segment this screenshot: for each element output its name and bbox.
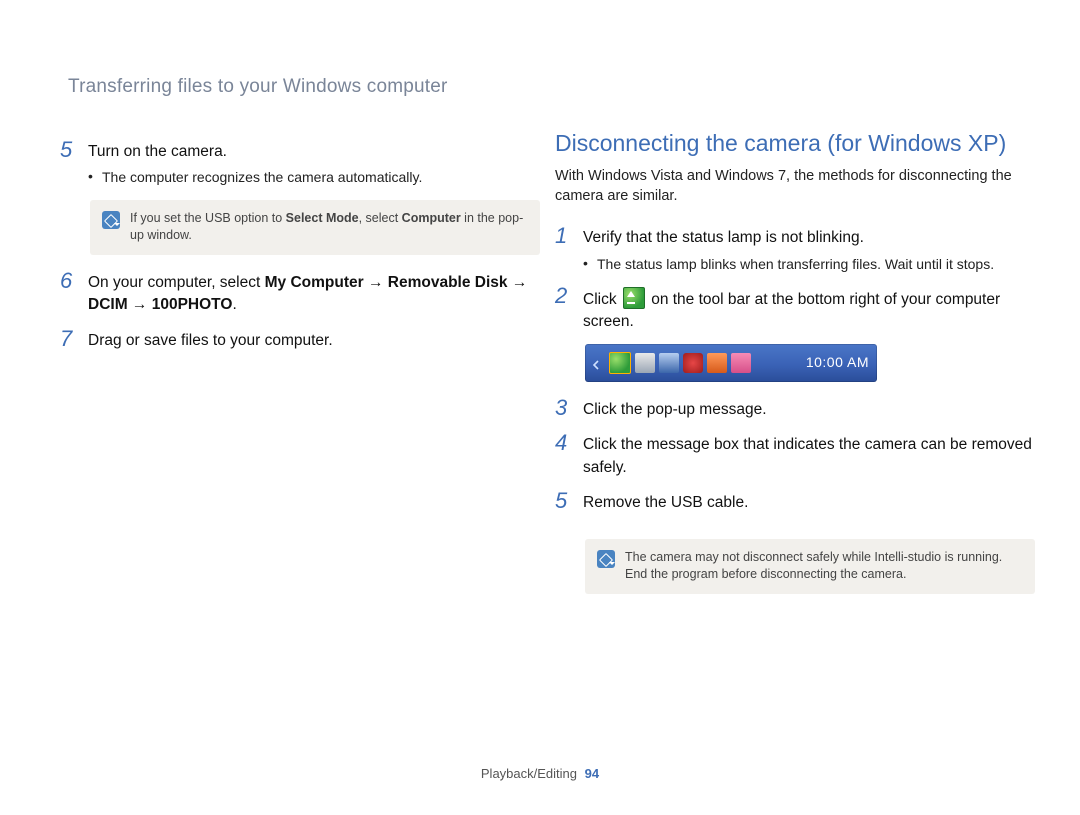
step-number: 3 <box>555 396 583 420</box>
page-footer: Playback/Editing 94 <box>0 765 1080 783</box>
tray-icon <box>635 353 655 373</box>
note-box: The camera may not disconnect safely whi… <box>585 539 1035 594</box>
right-column: Disconnecting the camera (for Windows XP… <box>555 128 1035 608</box>
step-1: 1 Verify that the status lamp is not bli… <box>555 224 1035 274</box>
step-text: Turn on the camera. <box>88 143 227 160</box>
step-number: 6 <box>60 269 88 293</box>
step-text: Verify that the status lamp is not blink… <box>583 229 864 246</box>
note-text: The camera may not disconnect safely whi… <box>625 549 1023 584</box>
left-column: 5 Turn on the camera. The computer recog… <box>60 128 540 358</box>
tray-icon <box>707 353 727 373</box>
step-sub: The status lamp blinks when transferring… <box>583 254 1035 274</box>
taskbar-clock: 10:00 AM <box>806 353 869 372</box>
section-intro: With Windows Vista and Windows 7, the me… <box>555 167 1035 206</box>
step-text: Click the pop-up message. <box>583 396 1035 421</box>
step-text: Remove the USB cable. <box>583 489 1035 514</box>
safely-remove-hardware-icon <box>623 287 645 309</box>
note-box: If you set the USB option to Select Mode… <box>90 200 540 255</box>
page-header: Transferring files to your Windows compu… <box>68 74 448 100</box>
page: Transferring files to your Windows compu… <box>0 0 1080 815</box>
step-number: 1 <box>555 224 583 248</box>
tray-icon <box>731 353 751 373</box>
step-number: 7 <box>60 327 88 351</box>
note-icon <box>102 211 120 229</box>
step-text: Drag or save files to your computer. <box>88 327 540 352</box>
step-sub: The computer recognizes the camera autom… <box>88 167 540 187</box>
safely-remove-hardware-tray-icon <box>609 352 631 374</box>
section-title: Disconnecting the camera (for Windows XP… <box>555 128 1035 159</box>
step-number: 5 <box>555 489 583 513</box>
step-text: Click on the tool bar at the bottom righ… <box>583 284 1035 334</box>
step-number: 2 <box>555 284 583 308</box>
step-number: 5 <box>60 138 88 162</box>
page-number: 94 <box>585 766 599 781</box>
step-3: 3 Click the pop-up message. <box>555 396 1035 421</box>
step-text: On your computer, select My Computer → R… <box>88 269 540 317</box>
chevron-left-icon <box>591 356 605 370</box>
tray-icon <box>683 353 703 373</box>
step-5r: 5 Remove the USB cable. <box>555 489 1035 514</box>
step-7: 7 Drag or save files to your computer. <box>60 327 540 352</box>
step-text: Click the message box that indicates the… <box>583 431 1035 479</box>
note-icon <box>597 550 615 568</box>
step-2: 2 Click on the tool bar at the bottom ri… <box>555 284 1035 334</box>
step-6: 6 On your computer, select My Computer →… <box>60 269 540 317</box>
step-4: 4 Click the message box that indicates t… <box>555 431 1035 479</box>
tray-icon <box>659 353 679 373</box>
step-number: 4 <box>555 431 583 455</box>
step-5: 5 Turn on the camera. The computer recog… <box>60 138 540 188</box>
footer-section: Playback/Editing <box>481 766 577 781</box>
tray-icons <box>609 352 751 374</box>
taskbar-screenshot: 10:00 AM <box>585 344 877 382</box>
note-text: If you set the USB option to Select Mode… <box>130 210 528 245</box>
